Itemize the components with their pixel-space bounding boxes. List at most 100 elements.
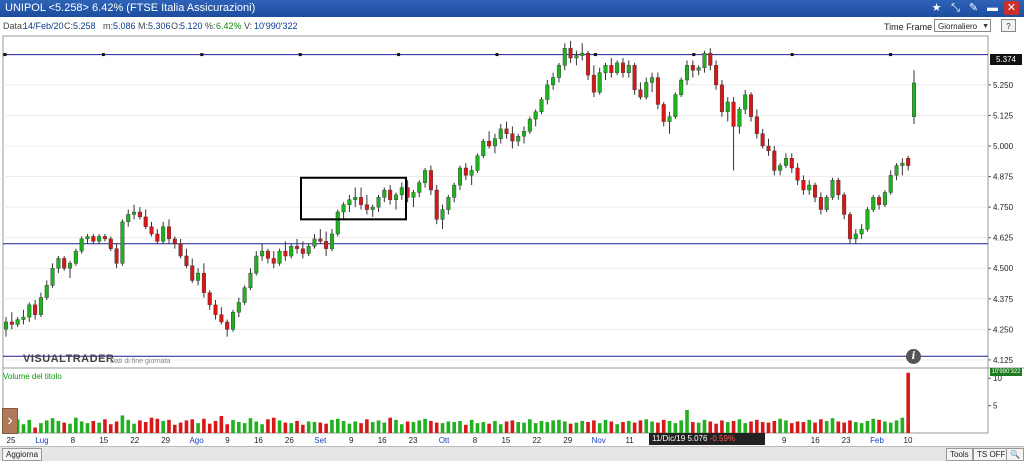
x-tick-label: Ott	[439, 436, 450, 445]
candle-body	[754, 116, 759, 134]
volume-bar	[202, 418, 206, 433]
volume-bar	[545, 422, 550, 433]
candle-body	[603, 65, 608, 73]
candle-body	[382, 189, 387, 198]
volume-bar	[394, 419, 398, 433]
volume-bar	[725, 422, 730, 433]
candle	[813, 182, 818, 203]
candle-body	[719, 84, 724, 112]
volume-bar	[760, 422, 765, 433]
candle-body	[289, 246, 294, 257]
candle	[213, 300, 218, 320]
candle	[324, 231, 329, 256]
candle-body	[79, 238, 84, 252]
volume-bar	[161, 420, 165, 433]
info-icon[interactable]: i	[906, 349, 921, 364]
candle	[248, 268, 253, 291]
candle	[597, 67, 602, 95]
candle-body	[504, 128, 509, 134]
ts-toggle-button[interactable]: TS OFF	[973, 448, 1010, 461]
candle	[853, 229, 858, 244]
volume-bar	[231, 419, 235, 433]
volume-bar	[533, 423, 538, 433]
line-handle	[200, 53, 204, 57]
volume-bar	[644, 419, 649, 433]
volume-bar	[883, 421, 887, 433]
refresh-button[interactable]: Aggiorna	[2, 448, 43, 461]
candle	[33, 300, 38, 320]
candle-body	[795, 167, 800, 181]
volume-bar	[97, 422, 101, 433]
volume-bar	[301, 424, 305, 433]
candle	[847, 212, 852, 244]
tools-button[interactable]: Tools	[946, 448, 973, 461]
candle-body	[97, 236, 102, 242]
candle	[161, 221, 166, 244]
candle	[527, 116, 532, 134]
candle-body	[609, 65, 614, 73]
candle	[353, 187, 358, 208]
volume-bar	[691, 422, 695, 433]
candle	[79, 236, 84, 254]
volume-bar	[638, 420, 643, 433]
price-chart[interactable]: 5.250 5.125 5.000 4.875 4.750 4.625 4.500 4.375…	[0, 0, 1024, 446]
candle-body	[393, 194, 398, 200]
candle-body	[818, 197, 823, 210]
candle-body	[149, 226, 154, 235]
volume-bar	[178, 422, 183, 433]
plot-frame	[2, 35, 989, 434]
volume-bar	[469, 419, 474, 433]
candle-body	[230, 312, 236, 330]
zoom-icon[interactable]: 🔍	[1006, 448, 1024, 461]
volume-bar	[667, 420, 672, 433]
candle	[44, 280, 49, 300]
status-bar: Aggiorna Tools TS OFF 🔍	[0, 446, 1024, 461]
candle-body	[655, 77, 660, 105]
candle	[254, 251, 259, 276]
volume-bar	[853, 422, 858, 433]
volume-bar	[184, 420, 189, 433]
x-tick-label: 9	[349, 436, 354, 445]
candle-body	[830, 180, 835, 198]
candle-body	[329, 233, 334, 249]
volume-bar	[248, 418, 253, 433]
line-handle	[692, 53, 696, 57]
candle	[318, 229, 323, 244]
volume-bar	[807, 419, 812, 433]
x-tick-label: 22	[130, 436, 139, 445]
volume-bar	[423, 418, 427, 433]
volume-bar	[341, 420, 346, 433]
candle	[690, 60, 695, 78]
candle	[452, 182, 457, 203]
volume-bar	[609, 421, 614, 433]
volume-bar	[626, 420, 631, 433]
candle	[615, 60, 620, 76]
volume-bar	[568, 423, 573, 433]
crosshair-tooltip: 11/Dic/19 5.076 -0.59%	[649, 433, 765, 445]
candle-body	[190, 265, 195, 281]
candle	[97, 234, 102, 244]
candle-body	[865, 209, 870, 230]
candle-body	[335, 211, 340, 235]
candle	[580, 43, 585, 61]
volume-bar	[126, 419, 131, 433]
x-tick-label: 23	[842, 436, 851, 445]
scroll-left-handle[interactable]: ›	[2, 408, 18, 434]
candle-body	[859, 228, 864, 235]
candle	[469, 165, 474, 186]
volume-bar	[661, 419, 666, 433]
candle	[207, 290, 212, 310]
candle-body	[556, 65, 561, 78]
candle-body	[574, 55, 579, 59]
x-tick-label: 23	[409, 436, 418, 445]
volume-bar	[312, 422, 317, 433]
x-tick-label: 9	[782, 436, 787, 445]
candle	[807, 180, 812, 195]
volume-bar	[359, 423, 363, 433]
volume-bar	[516, 422, 521, 433]
candle-body	[766, 145, 771, 152]
candle	[364, 194, 369, 215]
volume-bar	[283, 422, 288, 433]
candle	[772, 146, 777, 176]
volume-bar	[114, 421, 119, 433]
